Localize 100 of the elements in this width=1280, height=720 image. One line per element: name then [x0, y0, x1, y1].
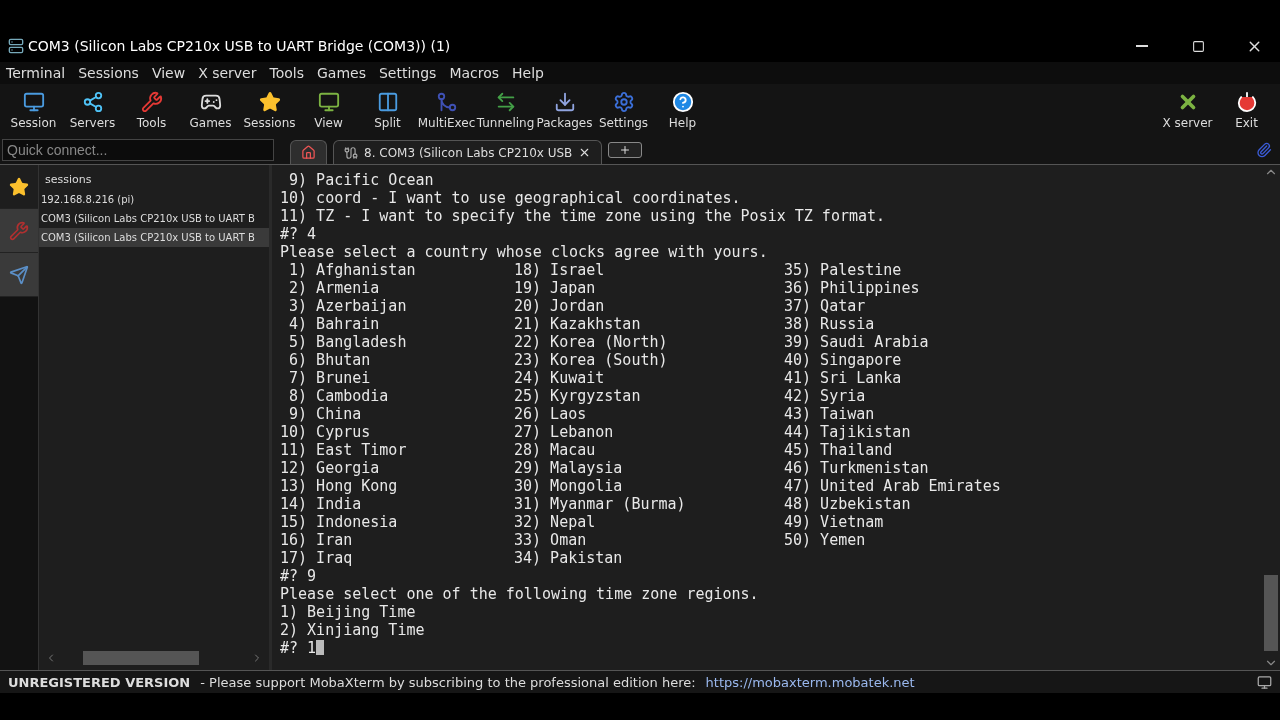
country-option: 30) Mongolia [514, 477, 623, 495]
country-option: 32) Nepal [514, 513, 596, 531]
maximize-icon [1191, 39, 1205, 53]
scrollbar-thumb[interactable] [1264, 575, 1278, 651]
wrench-icon [140, 90, 163, 113]
session-item[interactable]: COM3 (Silicon Labs CP210x USB to UART B [39, 209, 269, 228]
toolbar-button[interactable]: Tools [122, 90, 181, 130]
country-option: 44) Tajikistan [784, 423, 911, 441]
country-option: 50) Yemen [784, 531, 866, 549]
session-tab[interactable]: 8. COM3 (Silicon Labs CP210x USB [333, 140, 603, 164]
country-option: 26) Laos [514, 405, 587, 423]
country-option: 16) Iran [280, 531, 353, 549]
country-option: 45) Thailand [784, 441, 893, 459]
country-option: 18) Israel [514, 261, 605, 279]
app-icon [8, 38, 24, 54]
country-option: 25) Kyrgyzstan [514, 387, 641, 405]
country-option: 9) China [280, 405, 362, 423]
menu-item[interactable]: Tools [269, 62, 311, 84]
quick-connect-field[interactable]: Quick connect... [2, 139, 274, 161]
country-option: 35) Palestine [784, 261, 902, 279]
toolbar-button[interactable]: Split [358, 90, 417, 130]
country-option: 14) India [280, 495, 362, 513]
country-option: 21) Kazakhstan [514, 315, 641, 333]
settings-icon [612, 90, 635, 113]
toolbar-button[interactable]: Packages [535, 90, 594, 130]
star-icon [258, 90, 281, 113]
menu-item[interactable]: Games [317, 62, 373, 84]
toolbar-button[interactable]: Servers [63, 90, 122, 130]
power-icon [1235, 90, 1258, 113]
terminal-line: Please select a country whose clocks agree with yours. [280, 243, 769, 261]
toolbar-button[interactable]: Games [181, 90, 240, 130]
country-option: 20) Jordan [514, 297, 605, 315]
toolbar-button[interactable]: Settings [594, 90, 653, 130]
country-option: 43) Taiwan [784, 405, 875, 423]
country-option: 24) Kuwait [514, 369, 605, 387]
scrollbar-thumb[interactable] [83, 651, 199, 665]
menu-item[interactable]: View [151, 62, 193, 84]
sidebar-tab[interactable] [0, 165, 38, 209]
wrench-icon [9, 220, 29, 241]
country-option: 41) Sri Lanka [784, 369, 902, 387]
country-option: 34) Pakistan [514, 549, 623, 567]
toolbar-button[interactable]: Tunneling [476, 90, 535, 130]
toolbar-button[interactable]: Sessions [240, 90, 299, 130]
terminal-line: Please select one of the following time zone regions. [280, 585, 760, 603]
country-option: 29) Malaysia [514, 459, 623, 477]
plus-icon [619, 144, 632, 156]
session-item[interactable]: 192.168.8.216 (pi) [39, 190, 269, 209]
home-tab[interactable] [290, 140, 327, 164]
toolbar-button[interactable]: Exit [1217, 90, 1276, 130]
terminal-prompt: #? 1 [280, 639, 317, 657]
menu-item[interactable]: X server [198, 62, 264, 84]
terminal-line: 11) TZ - I want to specify the time zone using the Posix TZ format. [280, 207, 887, 225]
toolbar-button[interactable]: Help [653, 90, 712, 130]
country-option: 39) Saudi Arabia [784, 333, 929, 351]
text-cursor [316, 640, 325, 655]
country-option: 17) Iraq [280, 549, 353, 567]
website-link[interactable]: https://mobaxterm.mobatek.net [705, 674, 915, 690]
toolbar-button[interactable]: Session [4, 90, 63, 130]
split-icon [376, 90, 399, 113]
country-option: 2) Armenia [280, 279, 380, 297]
plug-icon [344, 145, 358, 160]
menu-item[interactable]: Terminal [6, 62, 73, 84]
send-icon [9, 264, 29, 285]
country-option: 10) Cyprus [280, 423, 371, 441]
sessions-header: sessions [44, 172, 93, 188]
country-option: 46) Turkmenistan [784, 459, 929, 477]
country-option: 48) Uzbekistan [784, 495, 911, 513]
terminal-line: #? 9 [280, 567, 318, 585]
terminal-line: 9) Pacific Ocean [288, 171, 435, 189]
country-option: 42) Syria [784, 387, 866, 405]
menu-item[interactable]: Help [512, 62, 551, 84]
country-option: 7) Brunei [280, 369, 371, 387]
star-icon [9, 176, 29, 197]
toolbar-button[interactable]: MultiExec [417, 90, 476, 130]
menu-item[interactable]: Settings [378, 62, 444, 84]
new-tab-button[interactable] [608, 142, 643, 158]
country-option: 27) Lebanon [514, 423, 614, 441]
menu-item[interactable]: Macros [449, 62, 507, 84]
terminal-line: 1) Beijing Time [280, 603, 417, 621]
tab-label: 8. COM3 (Silicon Labs CP210x USB [364, 145, 573, 160]
country-option: 37) Qatar [784, 297, 866, 315]
session-item[interactable]: COM3 (Silicon Labs CP210x USB to UART B [39, 228, 269, 247]
country-option: 8) Cambodia [280, 387, 389, 405]
terminal-line: 2) Xinjiang Time [280, 621, 426, 639]
country-option: 49) Vietnam [784, 513, 884, 531]
terminal-line: #? 4 [280, 225, 318, 243]
country-option: 22) Korea (North) [514, 333, 668, 351]
download-icon [553, 90, 576, 113]
paperclip-icon[interactable] [1256, 142, 1272, 158]
country-option: 36) Philippines [784, 279, 920, 297]
minimize-icon [1136, 45, 1148, 47]
status-label: UNREGISTERED VERSION [8, 674, 191, 690]
country-option: 4) Bahrain [280, 315, 380, 333]
country-option: 28) Macau [514, 441, 596, 459]
country-option: 1) Afghanistan [280, 261, 416, 279]
menu-item[interactable]: Sessions [78, 62, 146, 84]
toolbar-button[interactable]: X server [1158, 90, 1217, 130]
sidebar-tab[interactable] [0, 253, 38, 297]
toolbar-button[interactable]: View [299, 90, 358, 130]
country-option: 38) Russia [784, 315, 875, 333]
